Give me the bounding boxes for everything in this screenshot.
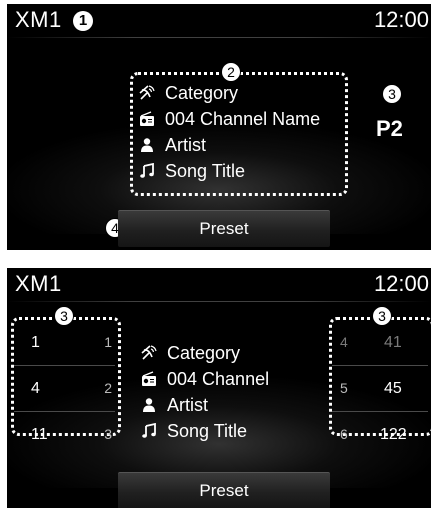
person-icon — [137, 135, 157, 155]
header-divider — [7, 301, 431, 302]
preset-channel: 122 — [380, 426, 407, 443]
song-row: Song Title — [139, 418, 269, 444]
preset-button-label: Preset — [199, 481, 249, 500]
preset-channel: 45 — [384, 380, 402, 397]
track-info: Category 004 Channel Name Artist Song Ti… — [137, 80, 320, 184]
music-note-icon — [139, 421, 159, 441]
preset-index: 4 — [340, 334, 348, 350]
preset-index: 2 — [104, 380, 112, 396]
song-row: Song Title — [137, 158, 320, 184]
left-preset-list: 1 1 4 2 11 3 — [14, 320, 115, 457]
preset-channel: 1 — [31, 334, 40, 351]
radio-screen-presets: XM1 12:00 3 1 1 4 2 11 3 Category 004 Ch… — [7, 268, 431, 508]
clock: 12:00 — [373, 271, 429, 296]
callout-1: 1 — [73, 11, 93, 31]
station-title: XM1 — [15, 271, 62, 296]
preset-index: 3 — [104, 426, 112, 442]
station-title: XM1 — [15, 7, 62, 32]
person-icon — [139, 395, 159, 415]
channel-text: 004 Channel Name — [165, 108, 321, 129]
artist-row: Artist — [139, 392, 269, 418]
channel-row: 004 Channel Name — [137, 106, 320, 132]
preset-number: P2 — [376, 116, 403, 141]
clock: 12:00 — [373, 7, 429, 32]
callout-3: 3 — [382, 84, 402, 104]
preset-item[interactable]: 1 1 — [14, 320, 115, 365]
artist-row: Artist — [137, 132, 320, 158]
satellite-icon — [139, 343, 159, 363]
preset-index: 5 — [340, 380, 348, 396]
music-note-icon — [137, 161, 157, 181]
channel-row: 004 Channel — [139, 366, 269, 392]
header-divider — [7, 37, 431, 38]
preset-channel: 41 — [384, 334, 402, 351]
preset-button[interactable]: Preset — [118, 472, 330, 508]
artist-text: Artist — [167, 394, 209, 415]
preset-button-label: Preset — [199, 219, 249, 238]
callout-2: 2 — [221, 62, 241, 82]
preset-item[interactable]: 5 45 — [332, 365, 428, 411]
preset-item[interactable]: 11 3 — [14, 411, 115, 457]
preset-item[interactable]: 6 122 — [332, 411, 428, 457]
preset-channel: 11 — [31, 426, 48, 443]
radio-screen-main: XM1 1 12:00 2 Category 004 Channel Name … — [7, 4, 431, 250]
right-preset-list: 4 41 5 45 6 122 — [332, 320, 428, 457]
category-text: Category — [167, 342, 241, 363]
preset-item[interactable]: 4 41 — [332, 320, 428, 365]
song-text: Song Title — [165, 160, 246, 181]
preset-channel: 4 — [31, 380, 40, 397]
artist-text: Artist — [165, 134, 207, 155]
satellite-icon — [137, 83, 157, 103]
category-row: Category — [139, 340, 269, 366]
category-row: Category — [137, 80, 320, 106]
preset-index: 6 — [340, 426, 348, 442]
radio-icon — [137, 109, 157, 129]
preset-button[interactable]: Preset — [118, 210, 330, 247]
radio-icon — [139, 369, 159, 389]
track-info: Category 004 Channel Artist Song Title — [139, 340, 269, 444]
category-text: Category — [165, 82, 239, 103]
preset-index: 1 — [104, 334, 112, 350]
channel-text: 004 Channel — [167, 368, 270, 389]
preset-item[interactable]: 4 2 — [14, 365, 115, 411]
song-text: Song Title — [167, 420, 248, 441]
